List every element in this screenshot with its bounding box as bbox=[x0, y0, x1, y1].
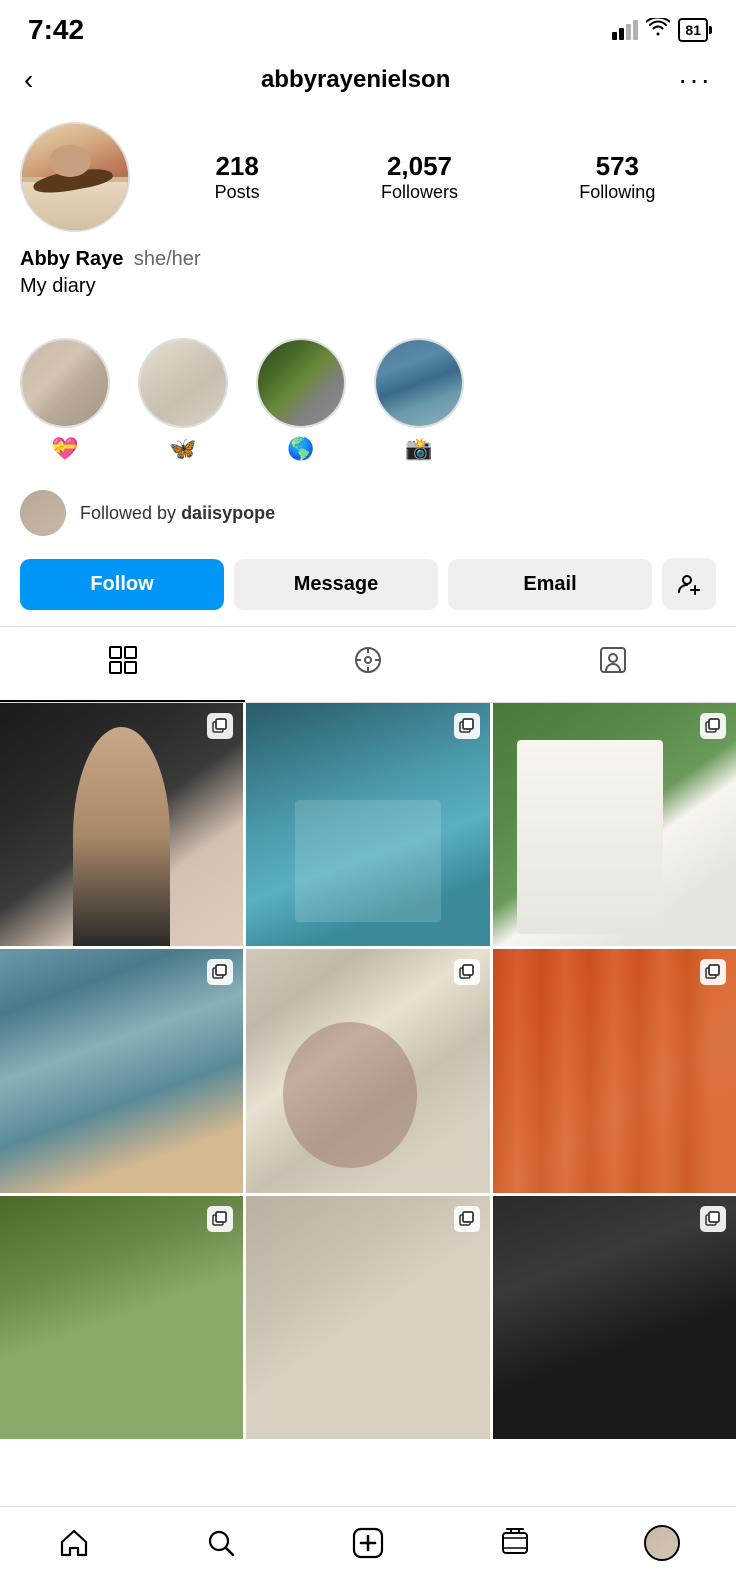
add-icon bbox=[352, 1527, 384, 1559]
reels-icon bbox=[353, 645, 383, 682]
message-button[interactable]: Message bbox=[234, 559, 438, 610]
multi-post-icon bbox=[207, 713, 233, 739]
tab-tagged[interactable] bbox=[491, 627, 736, 702]
tab-grid[interactable] bbox=[0, 627, 245, 702]
add-person-icon bbox=[678, 573, 700, 595]
bio-text: My diary bbox=[20, 275, 716, 298]
grid-item-5[interactable] bbox=[246, 949, 489, 1192]
status-icons: 81 bbox=[612, 18, 708, 42]
profile-top: 218 Posts 2,057 Followers 573 Following bbox=[20, 122, 716, 232]
reels-nav-icon bbox=[502, 1528, 528, 1558]
posts-stat[interactable]: 218 Posts bbox=[215, 151, 260, 203]
status-time: 7:42 bbox=[28, 14, 84, 46]
grid-item-8[interactable] bbox=[246, 1196, 489, 1439]
nav-profile[interactable] bbox=[632, 1523, 692, 1563]
followed-by-text: Followed by daiisypope bbox=[80, 503, 275, 524]
following-count: 573 bbox=[579, 151, 655, 182]
tagged-icon bbox=[598, 645, 628, 682]
content-tabs bbox=[0, 626, 736, 703]
posts-count: 218 bbox=[215, 151, 260, 182]
multi-post-icon bbox=[700, 713, 726, 739]
multi-post-icon bbox=[700, 1206, 726, 1232]
highlight-item-1[interactable]: 💝 bbox=[20, 338, 110, 462]
highlight-emoji-2: 🦋 bbox=[169, 436, 196, 462]
profile-section: 218 Posts 2,057 Followers 573 Following … bbox=[0, 106, 736, 326]
followers-label: Followers bbox=[381, 182, 458, 203]
email-button[interactable]: Email bbox=[448, 559, 652, 610]
bottom-nav bbox=[0, 1506, 736, 1593]
grid-item-6[interactable] bbox=[493, 949, 736, 1192]
followed-by: Followed by daiisypope bbox=[0, 478, 736, 548]
highlight-item-3[interactable]: 🌎 bbox=[256, 338, 346, 462]
highlight-emoji-3: 🌎 bbox=[287, 436, 314, 462]
grid-item-4[interactable] bbox=[0, 949, 243, 1192]
grid-item-9[interactable] bbox=[493, 1196, 736, 1439]
multi-post-icon bbox=[454, 959, 480, 985]
grid-item-2[interactable] bbox=[246, 703, 489, 946]
more-options-button[interactable]: ··· bbox=[678, 64, 712, 96]
search-icon bbox=[207, 1529, 235, 1557]
add-friend-button[interactable] bbox=[662, 558, 716, 610]
battery-icon: 81 bbox=[678, 18, 708, 42]
tab-reels[interactable] bbox=[245, 627, 490, 702]
nav-home[interactable] bbox=[44, 1523, 104, 1563]
grid-item-3[interactable] bbox=[493, 703, 736, 946]
follower-avatar bbox=[20, 490, 66, 536]
signal-icon bbox=[612, 20, 638, 40]
nav-search[interactable] bbox=[191, 1523, 251, 1563]
multi-post-icon bbox=[454, 713, 480, 739]
photo-grid bbox=[0, 703, 736, 1439]
grid-icon bbox=[108, 645, 138, 682]
multi-post-icon bbox=[700, 959, 726, 985]
follower-username[interactable]: daiisypope bbox=[181, 503, 275, 523]
highlight-emoji-1: 💝 bbox=[51, 436, 78, 462]
followers-stat[interactable]: 2,057 Followers bbox=[381, 151, 458, 203]
highlight-item-4[interactable]: 📸 bbox=[374, 338, 464, 462]
followers-count: 2,057 bbox=[381, 151, 458, 182]
display-name: Abby Raye bbox=[20, 248, 123, 270]
header: ‹ abbyrayenielson ··· bbox=[0, 54, 736, 106]
profile-stats: 218 Posts 2,057 Followers 573 Following bbox=[154, 151, 716, 203]
pronouns: she/her bbox=[134, 248, 201, 270]
multi-post-icon bbox=[207, 959, 233, 985]
posts-label: Posts bbox=[215, 182, 260, 203]
highlight-emoji-4: 📸 bbox=[405, 436, 432, 462]
back-button[interactable]: ‹ bbox=[24, 64, 33, 96]
highlights-section: 💝 🦋 🌎 📸 bbox=[0, 326, 736, 478]
following-stat[interactable]: 573 Following bbox=[579, 151, 655, 203]
following-label: Following bbox=[579, 182, 655, 203]
wifi-icon bbox=[646, 18, 670, 42]
nav-profile-avatar bbox=[644, 1525, 680, 1561]
nav-reels[interactable] bbox=[485, 1523, 545, 1563]
profile-username-header: abbyrayenielson bbox=[33, 66, 678, 94]
follow-button[interactable]: Follow bbox=[20, 559, 224, 610]
multi-post-icon bbox=[207, 1206, 233, 1232]
multi-post-icon bbox=[454, 1206, 480, 1232]
grid-item-1[interactable] bbox=[0, 703, 243, 946]
profile-bio: Abby Raye she/her My diary bbox=[20, 248, 716, 298]
home-icon bbox=[59, 1529, 89, 1557]
action-buttons: Follow Message Email bbox=[0, 548, 736, 626]
highlight-item-2[interactable]: 🦋 bbox=[138, 338, 228, 462]
grid-item-7[interactable] bbox=[0, 1196, 243, 1439]
status-bar: 7:42 81 bbox=[0, 0, 736, 54]
nav-add[interactable] bbox=[338, 1523, 398, 1563]
avatar[interactable] bbox=[20, 122, 130, 232]
